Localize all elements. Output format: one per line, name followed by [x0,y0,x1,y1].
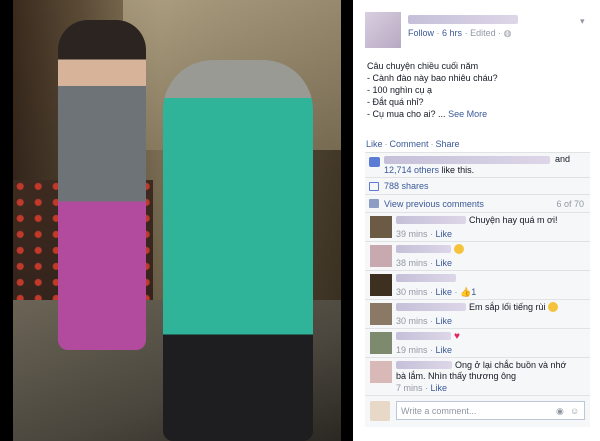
comment-item: Ong ở lại chắc buồn và nhớ bà lắm. Nhìn … [365,357,590,395]
comment-meta: 30 mins · Like [396,316,453,326]
photo-young-man [58,20,146,350]
smiley-icon[interactable]: ☺ [570,406,580,416]
follow-link[interactable]: Follow [408,28,434,38]
view-previous-comments-link[interactable]: View previous comments [384,199,484,209]
viewer-avatar [370,401,390,421]
comment-likes-count[interactable]: 1 [471,287,476,297]
comment-meta: 38 mins · Like [396,258,453,268]
post-line: - 100 nghìn cụ ạ [367,85,433,95]
comment-item: ♥ 19 mins · Like [365,328,590,357]
comment-meta: 39 mins · Like [396,229,453,239]
comment-text: bà lắm. Nhìn thấy thương ông [396,371,516,381]
comment-item: 38 mins · Like [365,241,590,270]
comment-meta: 30 mins · Like · 👍1 [396,287,477,297]
comment-item: 30 mins · Like · 👍1 [365,270,590,299]
comment-text-with-emoji: Em sắp lối tiếng rùi [469,302,559,312]
comment-like-link[interactable]: Like [431,383,448,393]
see-more-link[interactable]: See More [448,109,487,119]
thumbs-up-icon: 👍 [460,287,472,297]
commenter-avatar[interactable] [370,303,392,325]
author-name-blurred[interactable] [408,15,518,24]
share-button[interactable]: Share [436,139,460,149]
feedback-section: and 12,714 others like this. 788 shares … [365,152,590,427]
comment-placeholder: Write a comment... [401,406,477,416]
likes-and: and [555,154,571,164]
comment-like-link[interactable]: Like [436,316,453,326]
comment-time[interactable]: 7 mins [396,383,423,393]
commenter-name-blurred[interactable] [396,361,452,369]
comment-time[interactable]: 30 mins [396,316,428,326]
comment-item: Em sắp lối tiếng rùi 30 mins · Like [365,299,590,328]
action-sep: · [430,139,434,149]
chevron-down-icon[interactable]: ▾ [580,16,591,26]
likes-summary: and 12,714 others like this. [365,152,590,177]
previous-comments-row: View previous comments 6 of 70 [365,194,590,212]
edited-label[interactable]: Edited [470,28,496,38]
comment-button[interactable]: Comment [390,139,429,149]
globe-icon: ◍ [503,28,512,38]
comment-bubble-icon [369,199,379,208]
thumbs-up-icon [369,157,380,167]
camera-icon[interactable]: ◉ [556,406,566,416]
comment-like-link[interactable]: Like [436,229,453,239]
comment-meta: 19 mins · Like [396,345,453,355]
comment-count: 6 of 70 [556,199,584,209]
commenter-name-blurred[interactable] [396,332,451,340]
comment-emoji [454,244,464,254]
comment-like-link[interactable]: Like [436,258,453,268]
smile-emoji-icon [454,244,464,254]
post-line: - Đắt quá nhỉ? [367,97,424,107]
likes-suffix: like this. [441,165,475,175]
commenter-avatar[interactable] [370,216,392,238]
comment-time[interactable]: 38 mins [396,258,428,268]
commenter-avatar[interactable] [370,361,392,383]
commenter-name-blurred[interactable] [396,245,451,253]
comment-like-link[interactable]: Like [436,287,453,297]
laugh-emoji-icon [548,302,559,312]
post-line: Câu chuyện chiều cuối năm [367,61,479,71]
shares-row: 788 shares [365,177,590,194]
commenter-avatar[interactable] [370,332,392,354]
post-header: Follow · 6 hrs · Edited · ◍ ▾ [365,12,591,52]
shares-link[interactable]: 788 shares [384,181,429,191]
likers-names-blurred[interactable] [384,156,550,164]
heart-emoji-icon: ♥ [454,331,460,342]
commenter-name-blurred[interactable] [396,274,456,282]
action-sep: · [384,139,388,149]
likes-others-link[interactable]: 12,714 others [384,165,439,175]
photo-old-man [163,60,313,441]
share-icon [369,182,379,191]
comment-composer: Write a comment... ◉ ☺ [365,395,590,427]
likes-others: 12,714 others like this. [384,165,474,175]
post-photo[interactable] [13,0,341,441]
author-avatar[interactable] [365,12,401,48]
comment-text: Chuyện hay quá m ơi! [469,215,558,225]
comment-time[interactable]: 19 mins [396,345,428,355]
comment-like-link[interactable]: Like [436,345,453,355]
comment-text: Ong ở lại chắc buồn và nhớ [455,360,567,370]
commenter-avatar[interactable] [370,274,392,296]
comment-input[interactable]: Write a comment... ◉ ☺ [396,401,585,420]
comment-time[interactable]: 30 mins [396,287,428,297]
comment-item: Chuyện hay quá m ơi! 39 mins · Like [365,212,590,241]
commenter-name-blurred[interactable] [396,303,466,311]
photo-viewer[interactable] [0,0,353,441]
like-button[interactable]: Like [366,139,383,149]
comment-time[interactable]: 39 mins [396,229,428,239]
post-actions: Like · Comment · Share [366,139,460,149]
post-line-last: - Cụ mua cho ai? ... See More [367,108,587,120]
commenter-name-blurred[interactable] [396,216,466,224]
comment-meta: 7 mins · Like [396,383,448,393]
comment-text: Em sắp lối tiếng rùi [469,302,546,312]
post-meta: Follow · 6 hrs · Edited · ◍ [408,28,511,39]
post-text: Câu chuyện chiều cuối năm - Cành đào này… [367,60,587,120]
post-line: - Cành đào này bao nhiêu cháu? [367,73,498,83]
post-time[interactable]: 6 hrs [442,28,462,38]
commenter-avatar[interactable] [370,245,392,267]
post-line-text: - Cụ mua cho ai? ... [367,109,446,119]
post-panel: Follow · 6 hrs · Edited · ◍ ▾ Câu chuyện… [353,0,600,441]
